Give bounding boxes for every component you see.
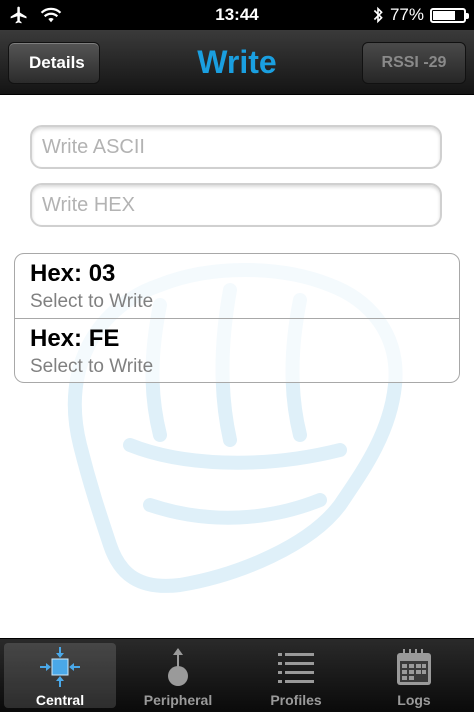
tab-peripheral[interactable]: Peripheral xyxy=(122,643,234,708)
navigation-bar: Details Write RSSI -29 xyxy=(0,30,474,95)
peripheral-icon xyxy=(168,648,188,686)
tab-bar: Central Peripheral Profiles Logs xyxy=(0,638,474,712)
tab-central[interactable]: Central xyxy=(4,643,116,708)
rssi-button[interactable]: RSSI -29 xyxy=(362,42,466,84)
list-item[interactable]: Hex: FE Select to Write xyxy=(15,318,459,382)
bluetooth-icon xyxy=(373,6,383,24)
write-ascii-input[interactable] xyxy=(30,125,442,169)
status-right: 77% xyxy=(372,5,469,25)
list-item-title: Hex: 03 xyxy=(30,260,116,287)
tab-label: Logs xyxy=(397,692,431,708)
tab-profiles[interactable]: Profiles xyxy=(240,643,352,708)
content-area: Hex: 03 Select to Write Hex: FE Select t… xyxy=(0,95,474,638)
battery-icon xyxy=(430,7,469,23)
tab-label: Peripheral xyxy=(143,692,213,708)
list-item-title: Hex: FE xyxy=(30,325,120,352)
list-icon xyxy=(278,653,314,683)
central-icon xyxy=(40,647,80,687)
tab-label: Profiles xyxy=(270,692,322,708)
tab-label: Central xyxy=(35,692,85,708)
tab-logs[interactable]: Logs xyxy=(358,643,470,708)
battery-fill xyxy=(433,10,455,20)
list-item-subtitle: Select to Write xyxy=(30,291,154,312)
status-bar: 13:44 77% xyxy=(0,0,474,30)
battery-percent: 77% xyxy=(389,5,424,24)
list-item[interactable]: Hex: 03 Select to Write xyxy=(15,254,459,318)
calendar-icon xyxy=(397,649,431,685)
list-item-subtitle: Select to Write xyxy=(30,356,154,377)
write-hex-input[interactable] xyxy=(30,183,442,227)
hex-values-list: Hex: 03 Select to Write Hex: FE Select t… xyxy=(14,253,460,383)
